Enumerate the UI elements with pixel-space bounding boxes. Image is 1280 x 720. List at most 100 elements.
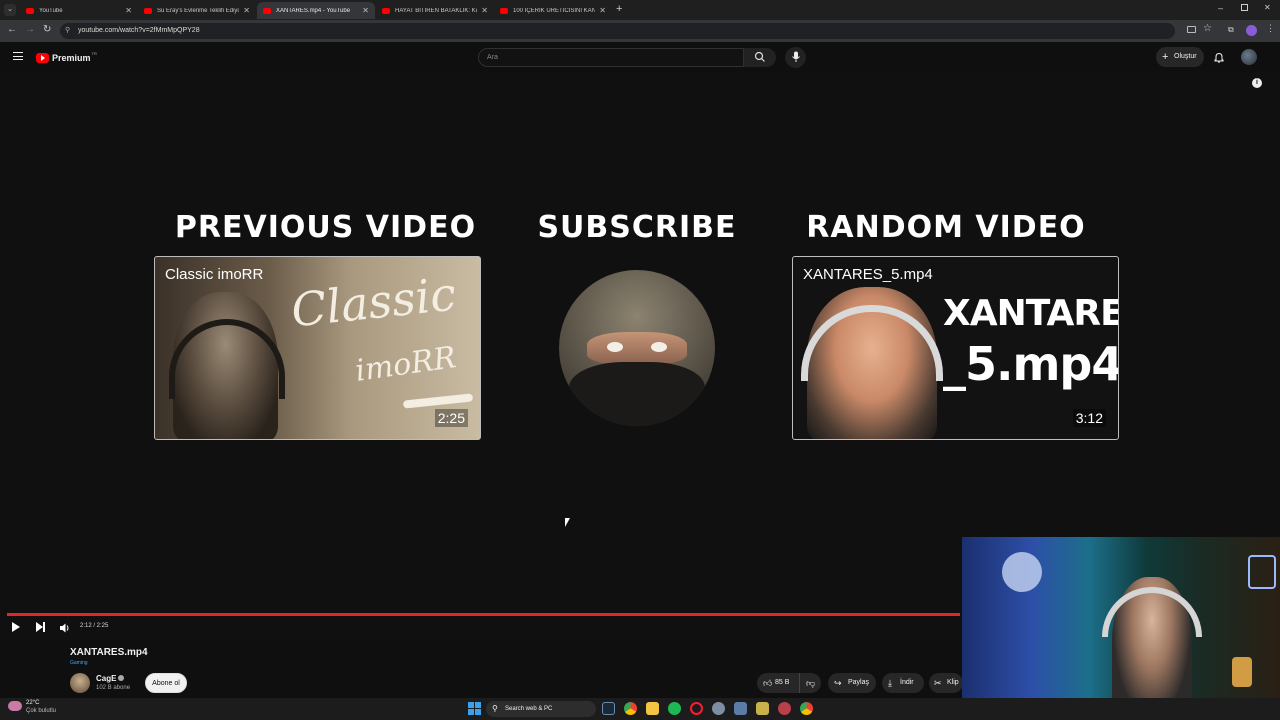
close-tab-icon[interactable]: ✕ — [481, 6, 488, 15]
taskbar-search-box[interactable]: ⚲ Search web & PC — [486, 701, 596, 717]
previous-video-card[interactable]: Classic imoRR Classic imoRR 2:25 — [154, 256, 481, 440]
thumbnail-art-text: Classic — [288, 266, 459, 338]
like-button[interactable]: 👍︎ 85 B — [757, 673, 797, 693]
hamburger-menu-icon[interactable] — [13, 52, 23, 60]
close-tab-icon[interactable]: ✕ — [599, 6, 606, 15]
next-video-button[interactable] — [36, 622, 46, 632]
category-badge[interactable]: Gaming — [70, 660, 88, 666]
video-progress-bar[interactable] — [7, 613, 960, 616]
weather-description: Çok bulutlu — [26, 708, 57, 714]
media-app-icon[interactable] — [778, 702, 791, 715]
neon-logo-image — [1248, 555, 1276, 589]
thumbnail-art-subtext: imoRR — [353, 340, 459, 389]
profile-avatar[interactable] — [1246, 25, 1257, 36]
channel-name[interactable]: CagE — [96, 674, 116, 683]
back-icon[interactable]: ← — [7, 24, 17, 35]
subscribe-channel-avatar[interactable] — [559, 270, 715, 426]
volume-icon[interactable] — [59, 621, 71, 633]
search-input[interactable]: Ara — [478, 48, 744, 67]
close-window-icon[interactable]: ✕ — [1264, 3, 1271, 12]
download-button[interactable]: ⤓ İndir — [882, 673, 924, 693]
plus-icon: + — [1162, 51, 1169, 63]
site-info-icon[interactable]: ⚲ — [65, 23, 70, 39]
tab-title: XANTARES.mp4 - YouTube — [276, 7, 351, 14]
chrome-alt-icon[interactable] — [800, 702, 813, 715]
play-button[interactable] — [12, 622, 20, 632]
create-button[interactable]: + Oluştur — [1156, 47, 1204, 67]
search-icon: ⚲ — [492, 704, 498, 713]
tab-search-dropdown-icon[interactable]: ⌄ — [4, 4, 16, 16]
screen-capture-icon[interactable] — [734, 702, 747, 715]
scissors-icon: ✂ — [934, 678, 942, 688]
steam-icon[interactable] — [602, 702, 615, 715]
youtube-logo[interactable]: Premium TR — [36, 51, 97, 64]
account-avatar[interactable] — [1241, 49, 1257, 65]
subscribe-button[interactable]: Abone ol — [145, 673, 187, 693]
browser-menu-icon[interactable]: ⋮ — [1266, 23, 1275, 34]
subscribe-label: Abone ol — [152, 680, 180, 687]
browser-tab-5[interactable]: 100 İÇERİK ÜRETİCİSİNİ KANDIR ✕ — [494, 2, 612, 19]
weather-icon[interactable] — [8, 701, 22, 711]
address-toolbar: ← → ↻ ⚲ youtube.com/watch?v=2fMmMpQPY28 … — [0, 20, 1280, 42]
forward-icon[interactable]: → — [25, 24, 35, 35]
windows-taskbar: 22°C Çok bulutlu ⚲ Search web & PC — [0, 698, 1280, 720]
subscribe-heading: SUBSCRIBE — [537, 210, 737, 245]
masked-face-eye-right — [651, 342, 667, 352]
clip-button[interactable]: ✂ Klip — [929, 673, 963, 693]
url-text: youtube.com/watch?v=2fMmMpQPY28 — [78, 27, 200, 34]
random-video-card[interactable]: XANTARES _5.mp4 XANTARES_5.mp4 3:12 — [792, 256, 1119, 440]
create-label: Oluştur — [1174, 53, 1197, 60]
new-tab-icon[interactable]: + — [616, 3, 622, 15]
cast-icon[interactable] — [1187, 26, 1196, 33]
random-video-heading: RANDOM VIDEO — [806, 210, 1086, 245]
share-button[interactable]: ↪ Paylaş — [828, 673, 876, 693]
verified-check-icon — [118, 675, 124, 681]
windows-start-icon[interactable] — [468, 702, 481, 715]
extensions-icon[interactable]: ⧉ — [1228, 25, 1234, 35]
browser-tab-4[interactable]: HAYAT BİTİREN BATAKLIK: Kuru ✕ — [376, 2, 494, 19]
like-count: 85 B — [775, 679, 790, 686]
masked-face-eye-left — [607, 342, 623, 352]
maximize-window-icon[interactable] — [1241, 4, 1248, 11]
search-button[interactable] — [744, 48, 776, 67]
country-code: TR — [91, 51, 97, 56]
thumbs-up-icon: 👍︎ — [763, 678, 773, 688]
bookmark-star-icon[interactable]: ☆ — [1203, 23, 1212, 34]
shelf-lamp-image — [1232, 657, 1252, 687]
video-title: XANTARES.mp4 — [70, 647, 148, 658]
microphone-icon — [792, 51, 800, 62]
close-tab-icon[interactable]: ✕ — [362, 6, 369, 15]
thumbs-down-icon: 👎︎ — [806, 678, 816, 688]
info-icon[interactable]: i — [1252, 78, 1262, 88]
share-icon: ↪ — [834, 678, 842, 688]
close-tab-icon[interactable]: ✕ — [243, 6, 250, 15]
file-explorer-icon[interactable] — [646, 702, 659, 715]
opera-icon[interactable] — [690, 702, 703, 715]
settings-gear-icon[interactable] — [712, 702, 725, 715]
dislike-button[interactable]: 👎︎ — [799, 673, 821, 693]
browser-tab-2[interactable]: Su Eray's Evlenme Teklifi Ediyor ✕ — [138, 2, 256, 19]
browser-tab-strip: ⌄ YouTube ✕ Su Eray's Evlenme Teklifi Ed… — [0, 0, 1280, 20]
notifications-bell-icon[interactable] — [1214, 50, 1224, 63]
youtube-favicon-icon — [263, 7, 271, 14]
channel-avatar[interactable] — [70, 673, 90, 693]
clip-label: Klip — [947, 679, 959, 686]
share-label: Paylaş — [848, 679, 870, 686]
mouse-cursor-icon — [565, 518, 570, 527]
minimize-window-icon[interactable]: – — [1218, 3, 1223, 13]
pen-app-icon[interactable] — [756, 702, 769, 715]
browser-tab-3[interactable]: XANTARES.mp4 - YouTube ✕ — [257, 2, 375, 19]
subscriber-count: 102 B abone — [96, 685, 131, 691]
youtube-premium-label: Premium — [52, 52, 91, 63]
webcam-overlay — [962, 537, 1280, 720]
spotify-icon[interactable] — [668, 702, 681, 715]
chrome-icon[interactable] — [624, 702, 637, 715]
close-tab-icon[interactable]: ✕ — [125, 6, 132, 15]
voice-search-button[interactable] — [785, 47, 806, 68]
reload-icon[interactable]: ↻ — [43, 24, 51, 35]
url-field[interactable]: ⚲ youtube.com/watch?v=2fMmMpQPY28 — [60, 23, 1175, 39]
tab-title: HAYAT BİTİREN BATAKLIK: Kuru — [395, 7, 478, 14]
browser-tab-1[interactable]: YouTube ✕ — [20, 2, 138, 19]
thumbnail-art-subtext: _5.mp4 — [943, 337, 1119, 391]
youtube-favicon-icon — [144, 7, 152, 14]
